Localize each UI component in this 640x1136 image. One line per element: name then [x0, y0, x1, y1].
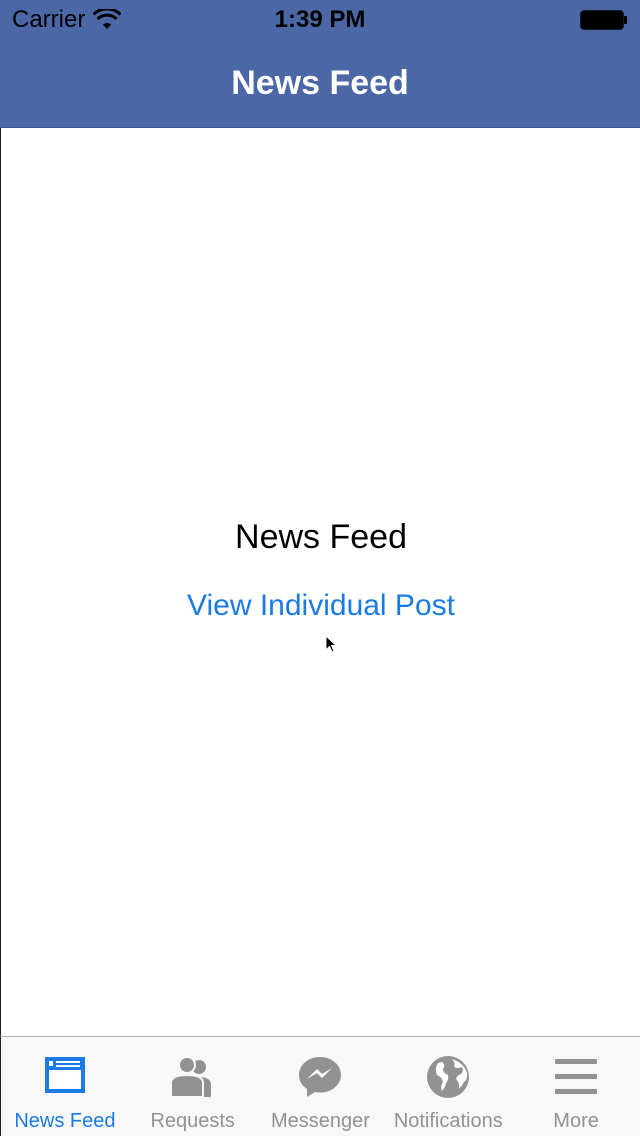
status-bar: Carrier 1:39 PM	[0, 0, 640, 40]
page-title: News Feed	[235, 518, 407, 556]
tab-label: Requests	[150, 1110, 235, 1132]
mouse-cursor-icon	[325, 635, 338, 653]
messenger-icon	[299, 1057, 342, 1097]
globe-icon	[427, 1056, 470, 1098]
requests-icon	[169, 1056, 211, 1098]
app-screen: Carrier 1:39 PM News Feed News Feed View…	[0, 0, 640, 1136]
tab-more[interactable]: More	[512, 1037, 640, 1136]
nav-title: News Feed	[231, 64, 409, 102]
tab-bar: News Feed Requests Messenger Notificatio…	[0, 1036, 640, 1136]
tab-news-feed[interactable]: News Feed	[1, 1037, 129, 1136]
tab-messenger[interactable]: Messenger	[257, 1037, 385, 1136]
tab-label: Notifications	[393, 1110, 503, 1132]
tab-label: Messenger	[271, 1110, 370, 1132]
status-time: 1:39 PM	[274, 6, 366, 33]
header: Carrier 1:39 PM News Feed	[0, 0, 640, 128]
battery-icon	[580, 10, 627, 30]
tab-label: More	[553, 1110, 599, 1132]
tab-label: News Feed	[14, 1110, 116, 1132]
tab-notifications[interactable]: Notifications	[384, 1037, 512, 1136]
news-feed-icon	[44, 1057, 85, 1093]
content-area: News Feed View Individual Post	[0, 128, 640, 1036]
hamburger-menu-icon	[555, 1059, 598, 1094]
view-individual-post-link[interactable]: View Individual Post	[1, 586, 640, 626]
tab-requests[interactable]: Requests	[129, 1037, 257, 1136]
